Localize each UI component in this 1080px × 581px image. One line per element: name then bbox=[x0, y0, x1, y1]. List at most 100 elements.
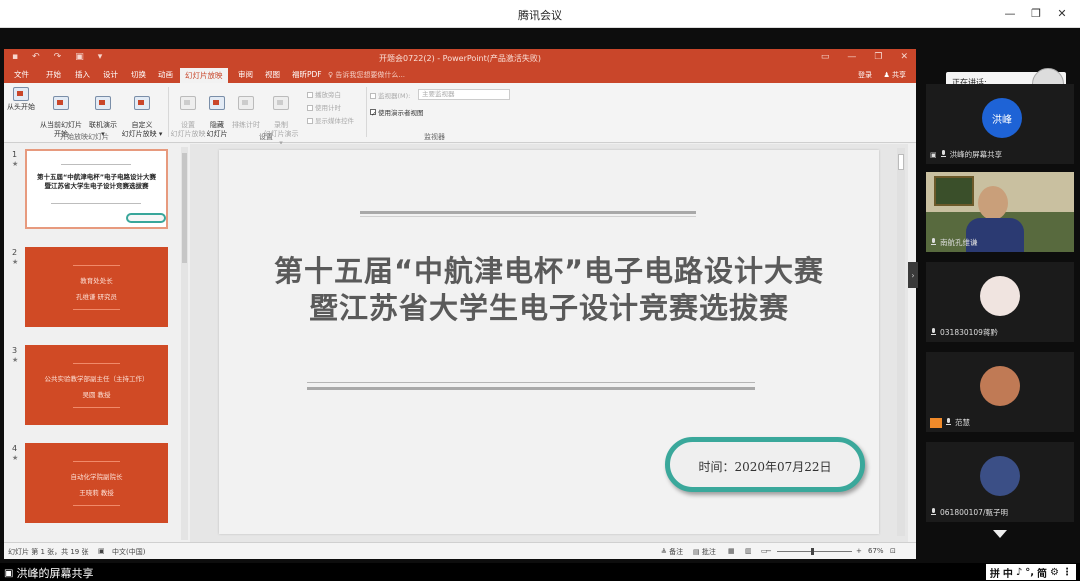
restore-icon[interactable]: ❐ bbox=[1026, 4, 1046, 22]
presenter-view-checkbox[interactable]: ✓ 使用演示者视图 bbox=[370, 107, 424, 118]
participant-name-text: 031830109蒋黔 bbox=[940, 328, 998, 337]
login-link[interactable]: 登录 bbox=[858, 70, 872, 80]
language-indicator[interactable]: 中文(中国) bbox=[112, 547, 145, 557]
tab-home[interactable]: 开始 bbox=[46, 69, 61, 80]
avatar bbox=[980, 276, 1020, 316]
ppt-restore-icon[interactable]: ❐ bbox=[874, 52, 882, 62]
collapse-panel-button[interactable]: › bbox=[908, 262, 918, 288]
tell-me-search[interactable]: ♀ 告诉我您想要做什么... bbox=[328, 70, 405, 80]
mic-icon bbox=[940, 150, 947, 159]
tab-transitions[interactable]: 切换 bbox=[131, 69, 146, 80]
slide-scrollbar[interactable] bbox=[897, 148, 905, 536]
thumbnails-scrollbar[interactable] bbox=[181, 147, 188, 540]
share-button[interactable]: ♟ 共享 bbox=[883, 70, 906, 80]
from-beginning-button[interactable]: 从头开始 bbox=[6, 87, 36, 112]
thumb-divider bbox=[51, 203, 141, 204]
tab-animations[interactable]: 动画 bbox=[158, 69, 173, 80]
slide-bottom-rule-thin bbox=[307, 382, 755, 383]
tab-view[interactable]: 视图 bbox=[265, 69, 280, 80]
mic-icon bbox=[945, 418, 952, 427]
participant-name: 061800107/甄子明 bbox=[930, 507, 1008, 518]
ime-punctuation[interactable]: °, bbox=[1025, 567, 1034, 578]
hide-slide-button[interactable]: 隐藏 幻灯片 bbox=[204, 87, 230, 148]
zoom-slider[interactable] bbox=[777, 551, 852, 552]
ribbon: 从头开始 从当前幻灯片 开始 联机演示 ▾ 自定义 幻灯片放映 ▾ 设置 幻灯片… bbox=[4, 83, 916, 147]
avatar bbox=[980, 456, 1020, 496]
ime-settings-icon[interactable]: ⚙ bbox=[1050, 567, 1059, 578]
tab-slideshow[interactable]: 幻灯片放映 bbox=[180, 68, 228, 84]
shared-screen: ▪ ↶ ↷ ▣ ▾ 开题会0722(2) - PowerPoint(产品激活失败… bbox=[4, 49, 916, 559]
zoom-in-button[interactable]: + bbox=[856, 547, 862, 555]
play-narrations-checkbox[interactable]: 播放旁白 bbox=[307, 89, 341, 99]
custom-show-label: 自定义 幻灯片放映 ▾ bbox=[121, 121, 163, 138]
show-media-controls-checkbox[interactable]: 显示媒体控件 bbox=[307, 115, 354, 125]
group-label-start-show: 开始放映幻灯片 bbox=[60, 133, 109, 141]
slide-thumbnail-4[interactable]: 自动化学院副院长 王晓莉 教授 bbox=[25, 443, 168, 523]
slide-edit-area: 第十五届“中航津电杯”电子电路设计大赛 暨江苏省大学生电子设计竞赛选拔赛 时间：… bbox=[190, 144, 908, 542]
setup-show-label: 设置 幻灯片放映 bbox=[170, 121, 206, 138]
ribbon-tabs: 文件 开始 插入 设计 切换 动画 幻灯片放映 审阅 视图 福昕PDF ♀ 告诉… bbox=[4, 67, 916, 84]
checkbox-icon bbox=[307, 118, 313, 124]
thumb-title: 第十五届“中航津电杯”电子电路设计大赛 暨江苏省大学生电子设计竞赛选拔赛 bbox=[36, 173, 157, 190]
ime-simplified[interactable]: 简 bbox=[1037, 565, 1047, 580]
scrollbar-thumb[interactable] bbox=[898, 154, 904, 170]
tab-file[interactable]: 文件 bbox=[14, 69, 29, 80]
minimize-icon[interactable]: — bbox=[1000, 4, 1020, 22]
zoom-level[interactable]: 67% bbox=[868, 547, 884, 555]
zoom-out-button[interactable]: − bbox=[766, 547, 772, 555]
participant-tile-1[interactable]: 洪峰 ▣ 洪峰的屏幕共享 bbox=[926, 84, 1074, 164]
slide-thumbnail-2[interactable]: 教育处处长 孔维谦 研究员 bbox=[25, 247, 168, 327]
from-beginning-label: 从头开始 bbox=[7, 103, 35, 111]
tab-foxit-pdf[interactable]: 福昕PDF bbox=[292, 69, 322, 80]
fit-slide-icon[interactable]: ⊡ bbox=[890, 547, 896, 555]
setup-show-button[interactable]: 设置 幻灯片放映 bbox=[170, 87, 206, 148]
participant-tile-4[interactable]: 范慧 bbox=[926, 352, 1074, 432]
rehearse-timings-button[interactable]: 排练计时 bbox=[231, 87, 261, 139]
thumb-divider bbox=[73, 461, 120, 462]
monitor-label: 监视器(M): bbox=[370, 90, 410, 100]
ppt-minimize-icon[interactable]: — bbox=[847, 52, 856, 62]
participant-tile-2[interactable]: 南航孔维谦 bbox=[926, 172, 1074, 252]
from-current-icon bbox=[53, 96, 69, 110]
normal-view-icon[interactable]: ▦ bbox=[728, 547, 735, 555]
next-page-arrow-icon[interactable] bbox=[993, 530, 1007, 538]
thumb-divider bbox=[73, 363, 120, 364]
tab-review[interactable]: 审阅 bbox=[238, 69, 253, 80]
thumb-divider bbox=[73, 265, 120, 266]
monitor-select[interactable]: 主要监视器 bbox=[418, 89, 510, 100]
avatar: 洪峰 bbox=[982, 98, 1022, 138]
thumb-number: 4 bbox=[12, 444, 18, 453]
tab-insert[interactable]: 插入 bbox=[75, 69, 90, 80]
participant-name: ▣ 洪峰的屏幕共享 bbox=[930, 149, 1002, 160]
custom-show-button[interactable]: 自定义 幻灯片放映 ▾ bbox=[120, 87, 164, 148]
use-timings-label: 使用计时 bbox=[315, 104, 341, 112]
slide-top-rule-thin bbox=[360, 216, 696, 217]
bottom-bar: ▣ 洪峰的屏幕共享 拼 中 ♪ °, 简 ⚙ ⋮ bbox=[0, 563, 1080, 581]
current-slide[interactable]: 第十五届“中航津电杯”电子电路设计大赛 暨江苏省大学生电子设计竞赛选拔赛 时间：… bbox=[219, 150, 879, 534]
thumb-divider bbox=[73, 407, 120, 408]
ppt-close-icon[interactable]: ✕ bbox=[900, 52, 908, 62]
checkbox-icon bbox=[307, 92, 313, 98]
sorter-view-icon[interactable]: ▥ bbox=[745, 547, 752, 555]
hide-slide-label: 隐藏 幻灯片 bbox=[206, 121, 228, 138]
thumb-divider bbox=[73, 309, 120, 310]
scrollbar-thumb[interactable] bbox=[182, 153, 187, 263]
ime-more-icon[interactable]: ⋮ bbox=[1062, 567, 1072, 578]
use-timings-checkbox[interactable]: 使用计时 bbox=[307, 102, 341, 112]
ribbon-display-icon[interactable]: ▭ bbox=[821, 52, 830, 62]
monitor-icon bbox=[370, 93, 376, 99]
participant-tile-5[interactable]: 061800107/甄子明 bbox=[926, 442, 1074, 522]
comments-button[interactable]: ▤ 批注 bbox=[693, 547, 716, 557]
slide-thumbnails-pane: 1 ★ 第十五届“中航津电杯”电子电路设计大赛 暨江苏省大学生电子设计竞赛选拔赛… bbox=[4, 144, 182, 542]
tab-design[interactable]: 设计 bbox=[103, 69, 118, 80]
participant-tile-3[interactable]: 031830109蒋黔 bbox=[926, 262, 1074, 342]
ime-logo-icon[interactable]: 拼 bbox=[990, 565, 1000, 580]
close-icon[interactable]: ✕ bbox=[1052, 4, 1072, 22]
notes-button[interactable]: ≜ 备注 bbox=[661, 547, 683, 557]
ime-sound-icon[interactable]: ♪ bbox=[1016, 567, 1022, 578]
spellcheck-icon[interactable]: ▣ bbox=[98, 547, 105, 555]
slide-thumbnail-3[interactable]: 公共实验教学部副主任（主持工作） 吴圆 教授 bbox=[25, 345, 168, 425]
zoom-slider-knob[interactable] bbox=[811, 548, 814, 555]
ime-language[interactable]: 中 bbox=[1003, 565, 1013, 580]
slide-thumbnail-1[interactable]: 第十五届“中航津电杯”电子电路设计大赛 暨江苏省大学生电子设计竞赛选拔赛 bbox=[25, 149, 168, 229]
